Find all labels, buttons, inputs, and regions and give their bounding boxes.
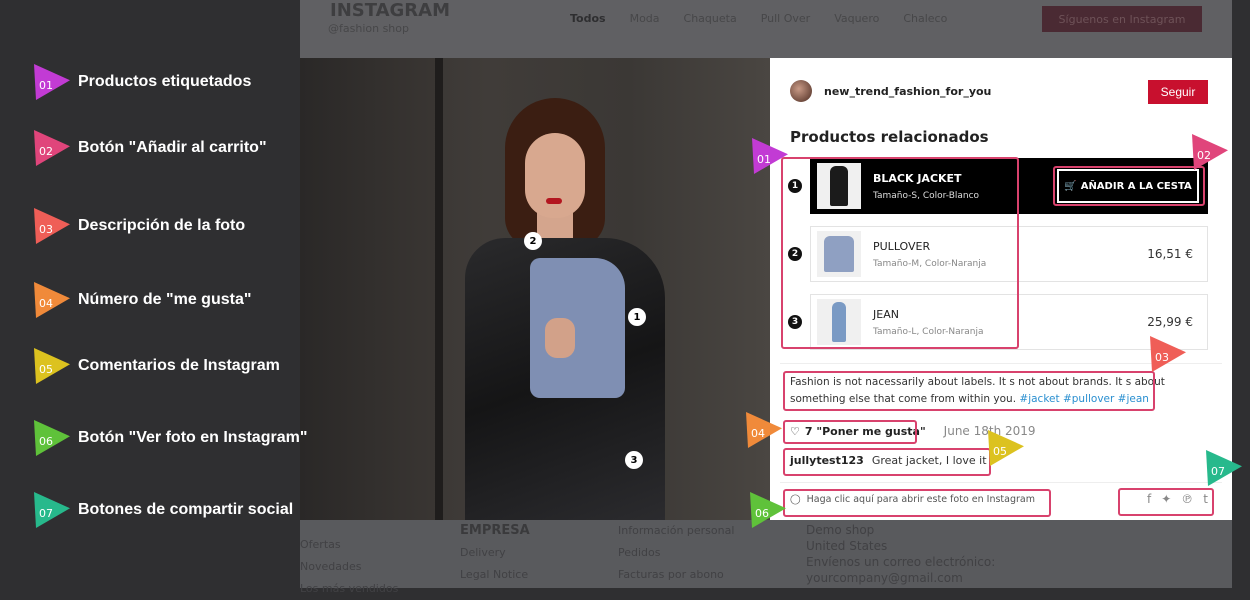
highlight-instagram-link	[783, 489, 1051, 517]
footer-link[interactable]: Información personal	[618, 520, 734, 542]
legend-label: Botón "Añadir al carrito"	[78, 139, 267, 156]
filter-todos[interactable]: Todos	[570, 12, 606, 25]
footer-link[interactable]: Novedades	[300, 556, 398, 578]
background-handle: @fashion shop	[328, 22, 409, 35]
footer-text: United States	[806, 539, 888, 553]
model-lips	[546, 198, 562, 204]
highlight-add-to-cart	[1053, 166, 1205, 206]
filter-moda[interactable]: Moda	[630, 12, 660, 25]
badge-05: 05	[984, 430, 1024, 466]
footer-link[interactable]: Ofertas	[300, 534, 398, 556]
legend-badge: 01	[30, 64, 70, 100]
highlight-comments	[783, 448, 991, 476]
legend-label: Descripción de la foto	[78, 217, 246, 234]
footer-link[interactable]: Facturas por abono	[618, 564, 734, 586]
badge-02: 02	[1188, 134, 1228, 170]
background-footer	[300, 520, 1232, 588]
legend-item-05: 05 Comentarios de Instagram	[30, 348, 280, 384]
legend-badge: 06	[30, 420, 70, 456]
footer-text: yourcompany@gmail.com	[806, 571, 963, 585]
highlight-description	[783, 371, 1155, 411]
legend-item-01: 01 Productos etiquetados	[30, 64, 251, 100]
legend-item-02: 02 Botón "Añadir al carrito"	[30, 130, 267, 166]
badge-04: 04	[742, 412, 782, 448]
legend-label: Número de "me gusta"	[78, 291, 252, 308]
footer-text: Demo shop	[806, 523, 875, 537]
legend-badge: 07	[30, 492, 70, 528]
instagram-post-modal: 1 2 3 new_trend_fashion_for_you Seguir P…	[300, 58, 1232, 520]
model-hand	[545, 318, 575, 358]
follow-button[interactable]: Seguir	[1148, 80, 1208, 104]
legend-item-03: 03 Descripción de la foto	[30, 208, 245, 244]
background-brand: INSTAGRAM	[330, 0, 451, 21]
related-products-title: Productos relacionados	[790, 128, 989, 146]
filter-vaquero[interactable]: Vaquero	[834, 12, 879, 25]
footer-link[interactable]: Los más vendidos	[300, 578, 398, 600]
divider	[780, 482, 1222, 483]
legend-label: Productos etiquetados	[78, 73, 252, 90]
badge-01: 01	[748, 138, 788, 174]
legend-item-04: 04 Número de "me gusta"	[30, 282, 251, 318]
badge-06: 06	[746, 492, 786, 528]
filter-pullover[interactable]: Pull Over	[761, 12, 810, 25]
model-face	[525, 133, 585, 218]
avatar[interactable]	[790, 80, 812, 102]
footer-text: Envíenos un correo electrónico:	[806, 555, 996, 569]
hotspot-2[interactable]: 2	[524, 232, 542, 250]
footer-heading: EMPRESA	[460, 523, 530, 538]
post-user: new_trend_fashion_for_you	[790, 80, 991, 102]
legend-label: Botones de compartir social	[78, 501, 294, 518]
legend-label: Botón "Ver foto en Instagram"	[78, 429, 308, 446]
legend-badge: 05	[30, 348, 70, 384]
footer-link[interactable]: Pedidos	[618, 542, 734, 564]
footer-col-3: Información personal Pedidos Facturas po…	[618, 520, 734, 586]
badge-07: 07	[1202, 450, 1242, 486]
photo-door-edge	[435, 58, 443, 520]
legend-item-07: 07 Botones de compartir social	[30, 492, 293, 528]
hotspot-3[interactable]: 3	[625, 451, 643, 469]
highlight-social-buttons	[1118, 488, 1214, 516]
photo-model	[445, 88, 685, 520]
product-price: 25,99 €	[1147, 315, 1193, 329]
photo-wall	[300, 58, 440, 520]
highlight-tagged-products	[781, 157, 1019, 349]
badge-03: 03	[1146, 336, 1186, 372]
footer-col-2: EMPRESA Delivery Legal Notice	[460, 520, 530, 586]
footer-col-4: Demo shop United States Envíenos un corr…	[806, 522, 995, 586]
background-header: INSTAGRAM @fashion shop Todos Moda Chaqu…	[300, 0, 1232, 58]
post-photo[interactable]: 1 2 3	[300, 58, 770, 520]
product-price: 16,51 €	[1147, 247, 1193, 261]
highlight-likes	[783, 420, 917, 444]
background-follow-button[interactable]: Síguenos en Instagram	[1042, 6, 1202, 32]
background-filters: Todos Moda Chaqueta Pull Over Vaquero Ch…	[570, 12, 947, 25]
filter-chaleco[interactable]: Chaleco	[903, 12, 947, 25]
legend-label: Comentarios de Instagram	[78, 357, 280, 374]
legend-badge: 04	[30, 282, 70, 318]
legend-badge: 02	[30, 130, 70, 166]
footer-link[interactable]: Legal Notice	[460, 564, 530, 586]
footer-col-1: Ofertas Novedades Los más vendidos	[300, 520, 398, 600]
legend-badge: 03	[30, 208, 70, 244]
filter-chaqueta[interactable]: Chaqueta	[684, 12, 737, 25]
footer-link[interactable]: Delivery	[460, 542, 530, 564]
hotspot-1[interactable]: 1	[628, 308, 646, 326]
post-username[interactable]: new_trend_fashion_for_you	[824, 85, 991, 98]
legend-item-06: 06 Botón "Ver foto en Instagram"	[30, 420, 307, 456]
